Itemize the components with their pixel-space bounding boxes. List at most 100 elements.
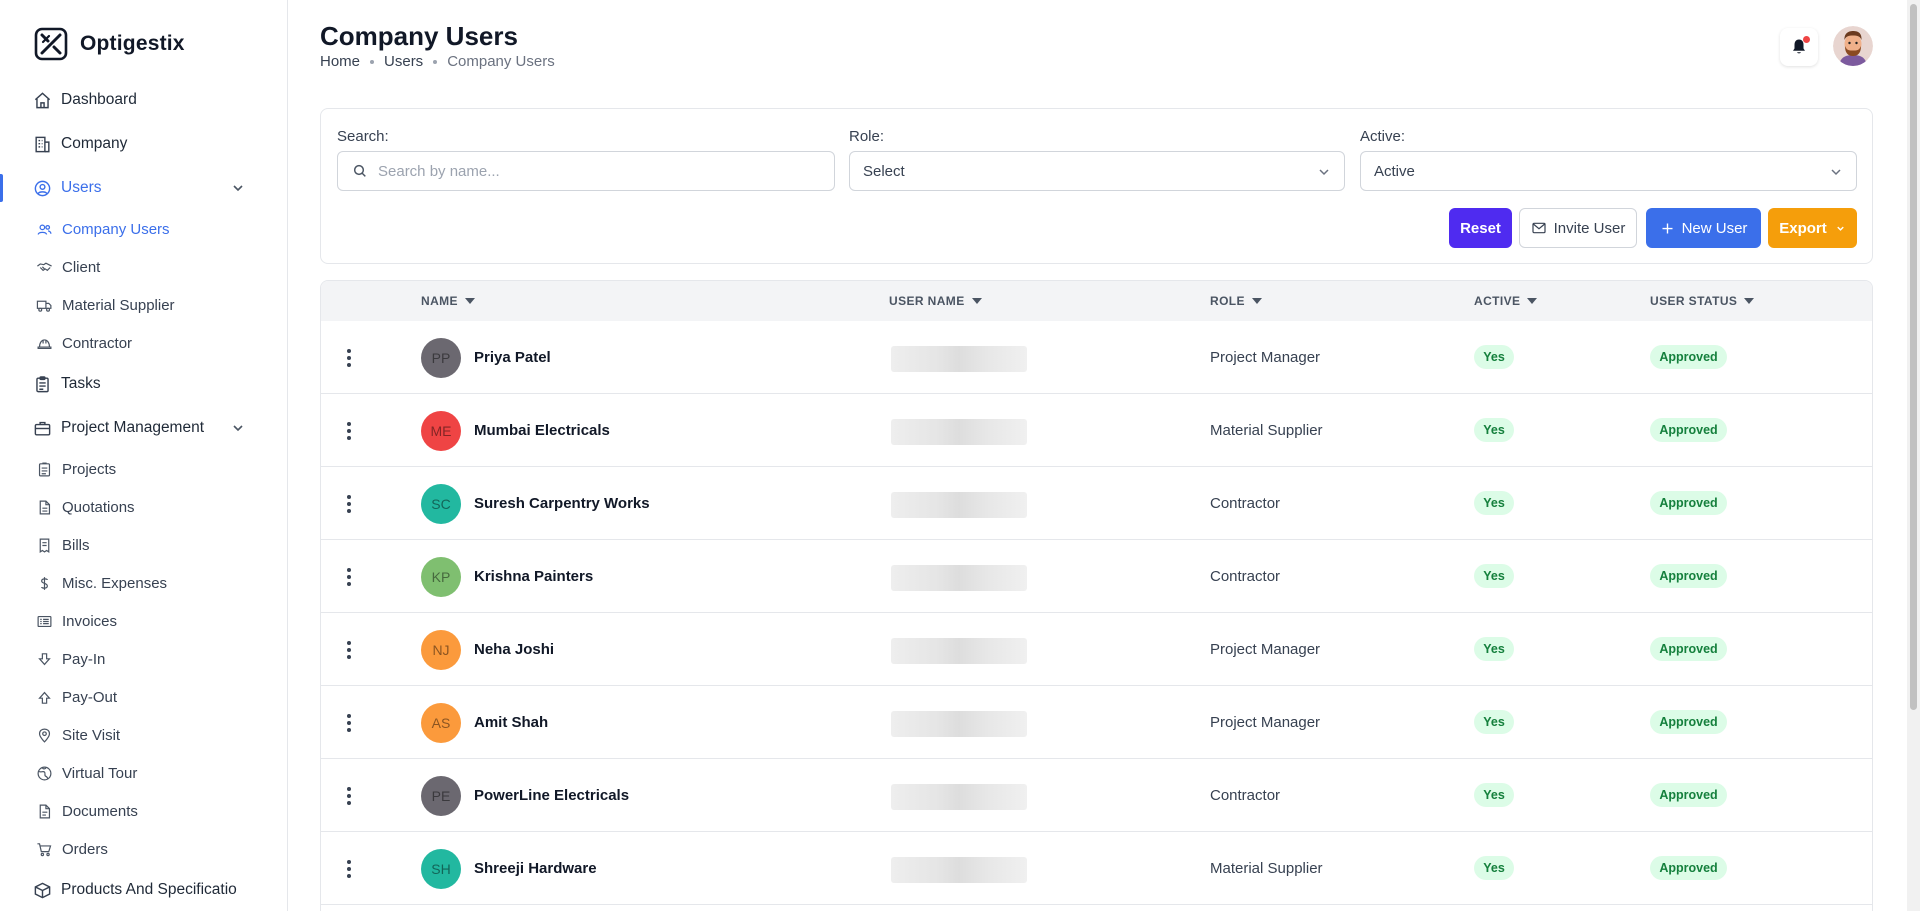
sidebar-item-project-management[interactable]: Project Management — [0, 406, 287, 450]
sidebar: Optigestix Dashboard Company Users Compa… — [0, 0, 288, 911]
row-username-redacted — [891, 638, 1027, 664]
breadcrumb-separator — [370, 59, 375, 64]
column-header-name[interactable]: NAME — [421, 294, 475, 308]
role-select[interactable]: Select — [849, 151, 1345, 191]
sidebar-item-label: Users — [61, 179, 102, 196]
user-avatar[interactable] — [1833, 26, 1873, 66]
sidebar-item-material-supplier[interactable]: Material Supplier — [0, 286, 287, 324]
row-actions-icon[interactable] — [343, 491, 355, 517]
map-pin-icon — [35, 726, 53, 744]
column-header-user-status[interactable]: USER STATUS — [1650, 294, 1755, 308]
sidebar-item-quotations[interactable]: Quotations — [0, 488, 287, 526]
sidebar-item-orders[interactable]: Orders — [0, 830, 287, 868]
row-role: Project Manager — [1210, 349, 1321, 366]
sidebar-item-documents[interactable]: Documents — [0, 792, 287, 830]
sidebar-item-invoices[interactable]: Invoices — [0, 602, 287, 640]
row-actions-icon[interactable] — [343, 345, 355, 371]
table-row[interactable]: KP Krishna Painters Contractor Yes Appro… — [321, 540, 1872, 613]
chevron-down-icon — [1837, 226, 1844, 231]
sidebar-item-pay-in[interactable]: Pay-In — [0, 640, 287, 678]
table-row[interactable]: SH Shreeji Hardware Material Supplier Ye… — [321, 832, 1872, 905]
table-row[interactable]: NJ Neha Joshi Project Manager Yes Approv… — [321, 613, 1872, 686]
table-row[interactable]: PP Priya Patel Project Manager Yes Appro… — [321, 321, 1872, 394]
scrollbar-thumb[interactable] — [1910, 4, 1917, 710]
table-row[interactable]: AS Amit Shah Project Manager Yes Approve… — [321, 686, 1872, 759]
chevron-down-icon — [1831, 169, 1841, 176]
sidebar-item-company-users[interactable]: Company Users — [0, 210, 287, 248]
sidebar-item-label: Bills — [62, 536, 90, 554]
row-actions-icon[interactable] — [343, 418, 355, 444]
row-role: Material Supplier — [1210, 860, 1323, 877]
table-row[interactable]: PE PowerLine Electricals Contractor Yes … — [321, 759, 1872, 832]
invoice-icon — [35, 612, 53, 630]
sidebar-item-label: Company — [61, 135, 128, 152]
table-row[interactable]: SC Suresh Carpentry Works Contractor Yes… — [321, 467, 1872, 540]
column-header-role[interactable]: ROLE — [1210, 294, 1262, 308]
sidebar-item-tasks[interactable]: Tasks — [0, 362, 287, 406]
row-actions-icon[interactable] — [343, 856, 355, 882]
sort-caret-icon — [1251, 298, 1262, 304]
row-name: Shreeji Hardware — [474, 860, 597, 877]
sidebar-item-misc-expenses[interactable]: Misc. Expenses — [0, 564, 287, 602]
column-header-active[interactable]: ACTIVE — [1474, 294, 1538, 308]
sidebar-nav: Dashboard Company Users Company Users Cl… — [0, 78, 287, 911]
sidebar-item-label: Pay-In — [62, 650, 106, 668]
sidebar-item-label: Documents — [62, 802, 138, 820]
sidebar-item-company[interactable]: Company — [0, 122, 287, 166]
app-logo[interactable]: Optigestix — [0, 22, 287, 66]
active-badge: Yes — [1474, 491, 1514, 515]
export-label: Export — [1779, 219, 1827, 237]
active-badge: Yes — [1474, 856, 1514, 880]
sidebar-item-products[interactable]: Products And Specificatio — [0, 868, 287, 911]
sidebar-item-label: Virtual Tour — [62, 764, 138, 782]
new-user-button[interactable]: New User — [1646, 208, 1761, 248]
row-username-redacted — [891, 492, 1027, 518]
reset-button[interactable]: Reset — [1449, 208, 1512, 248]
row-avatar: PP — [421, 338, 461, 378]
box-icon — [32, 880, 52, 900]
sidebar-item-bills[interactable]: Bills — [0, 526, 287, 564]
row-actions-icon[interactable] — [343, 564, 355, 590]
clipboard-list-icon — [35, 460, 53, 478]
row-avatar: KP — [421, 557, 461, 597]
sidebar-item-site-visit[interactable]: Site Visit — [0, 716, 287, 754]
active-select[interactable]: Active — [1360, 151, 1857, 191]
active-select-value: Active — [1374, 162, 1415, 180]
sidebar-item-pay-out[interactable]: Pay-Out — [0, 678, 287, 716]
row-role: Project Manager — [1210, 714, 1321, 731]
sidebar-item-projects[interactable]: Projects — [0, 450, 287, 488]
role-label: Role: — [849, 128, 885, 145]
status-badge: Approved — [1650, 345, 1727, 369]
notifications-button[interactable] — [1780, 28, 1818, 66]
app-name: Optigestix — [80, 32, 185, 55]
invite-user-button[interactable]: Invite User — [1519, 208, 1637, 248]
page-scrollbar[interactable] — [1907, 0, 1920, 911]
row-actions-icon[interactable] — [343, 710, 355, 736]
chevron-down-icon[interactable] — [230, 420, 246, 436]
breadcrumb-users[interactable]: Users — [384, 53, 423, 70]
sidebar-item-virtual-tour[interactable]: Virtual Tour — [0, 754, 287, 792]
sidebar-item-client[interactable]: Client — [0, 248, 287, 286]
sidebar-item-contractor[interactable]: Contractor — [0, 324, 287, 362]
row-actions-icon[interactable] — [343, 783, 355, 809]
breadcrumb-current: Company Users — [447, 53, 555, 70]
breadcrumb-home[interactable]: Home — [320, 53, 360, 70]
row-actions-icon[interactable] — [343, 637, 355, 663]
hard-hat-icon — [35, 334, 53, 352]
search-input[interactable] — [378, 162, 834, 180]
active-label: Active: — [1360, 128, 1406, 145]
sidebar-item-label: Material Supplier — [62, 296, 175, 314]
export-button[interactable]: Export — [1768, 208, 1857, 248]
file-icon — [35, 802, 53, 820]
column-header-label: ROLE — [1210, 294, 1245, 308]
table-row[interactable]: ME Mumbai Electricals Material Supplier … — [321, 394, 1872, 467]
column-header-label: USER STATUS — [1650, 294, 1738, 308]
search-field[interactable] — [337, 151, 835, 191]
status-badge: Approved — [1650, 418, 1727, 442]
sidebar-item-label: Invoices — [62, 612, 118, 630]
column-header-username[interactable]: USER NAME — [889, 294, 982, 308]
sidebar-item-dashboard[interactable]: Dashboard — [0, 78, 287, 122]
chevron-down-icon[interactable] — [230, 180, 246, 196]
row-name: Mumbai Electricals — [474, 422, 610, 439]
sidebar-item-users[interactable]: Users — [0, 166, 287, 210]
